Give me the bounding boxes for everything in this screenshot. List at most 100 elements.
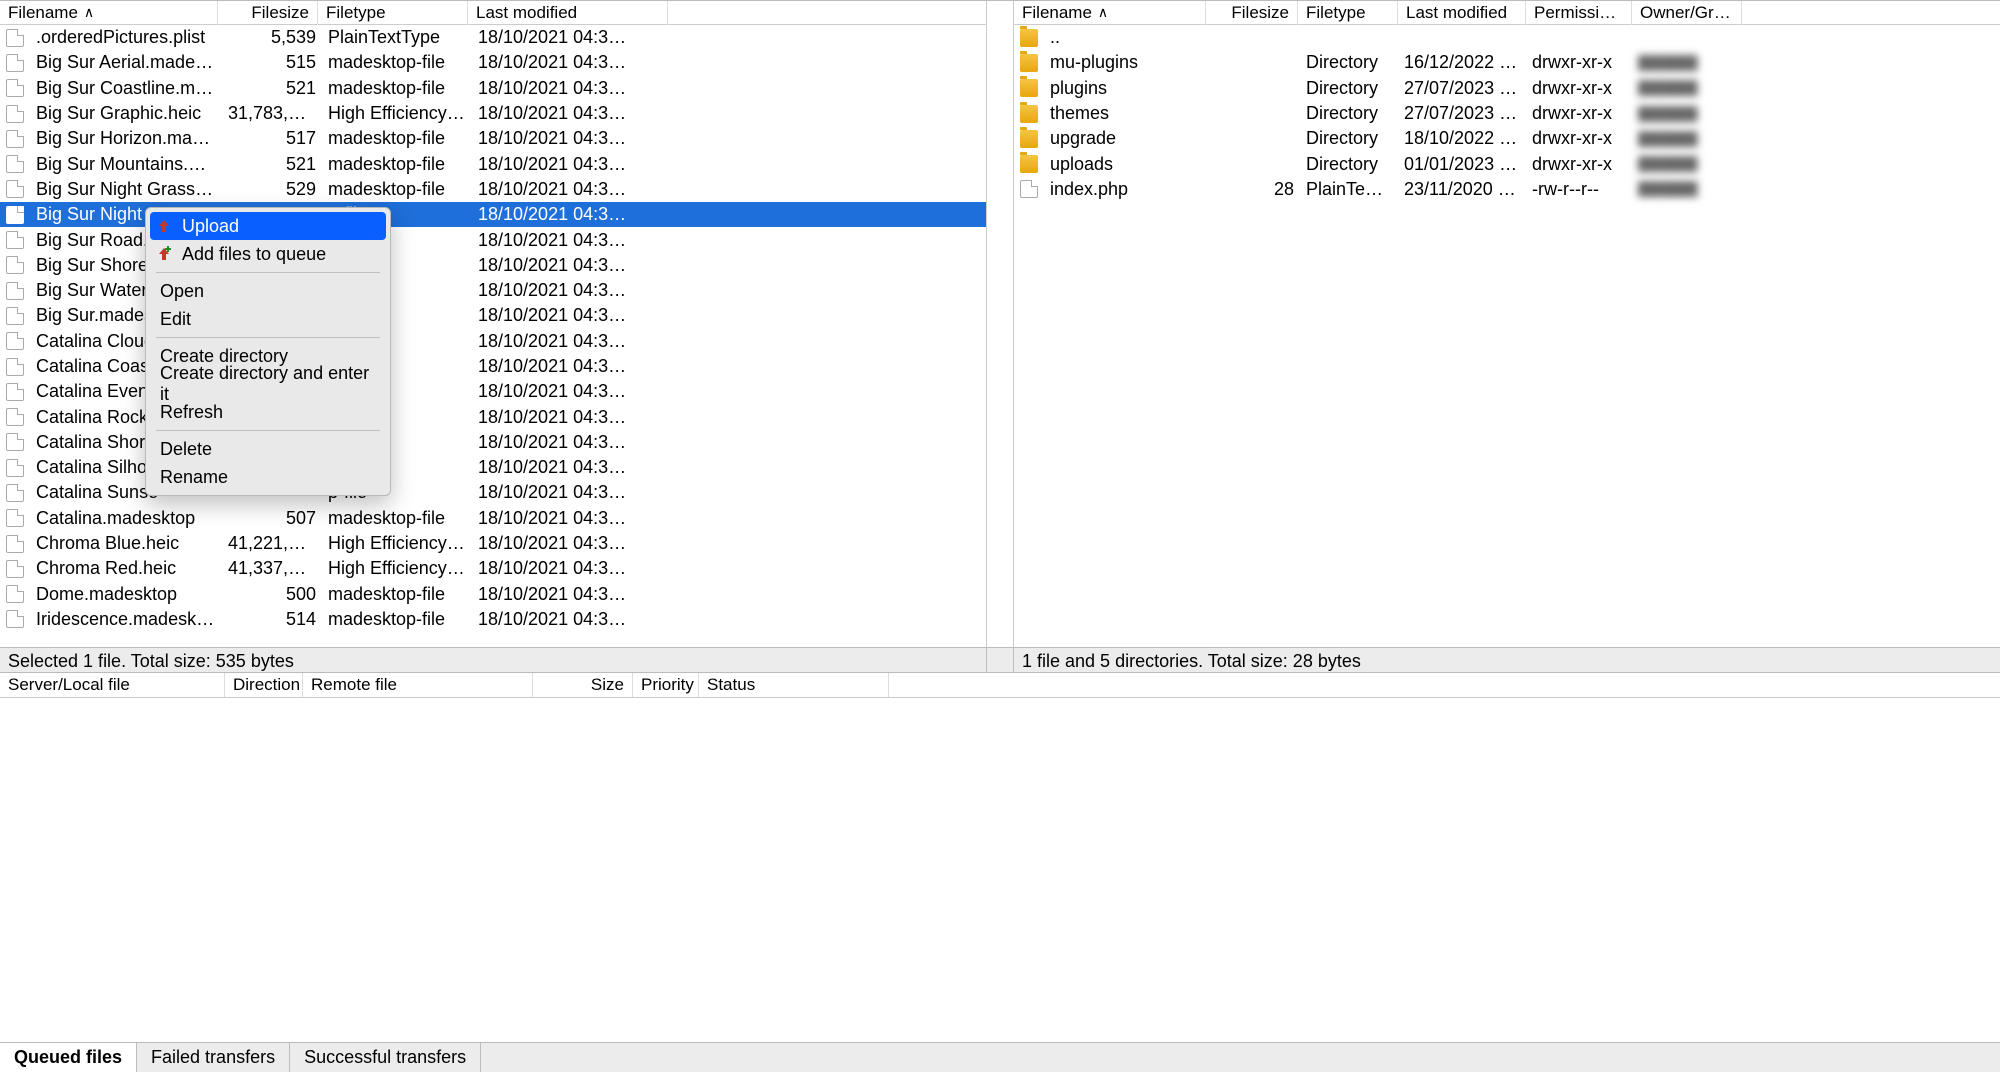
cell-name: Big Sur Horizon.mad… — [30, 128, 222, 149]
file-icon — [6, 484, 24, 502]
menu-edit[interactable]: Edit — [146, 305, 390, 333]
cell-type: madesktop-file — [322, 609, 472, 630]
cell-mod: 18/10/2021 04:3… — [472, 508, 672, 529]
col-permissions[interactable]: Permissions — [1526, 1, 1632, 25]
menu-separator — [156, 272, 380, 273]
tab-successful-transfers[interactable]: Successful transfers — [290, 1043, 481, 1072]
cell-mod: 18/10/2021 04:3… — [472, 128, 672, 149]
cell-mod: 18/10/2021 04:3… — [472, 407, 672, 428]
file-row[interactable]: Big Sur Mountains.m…521madesktop-file18/… — [0, 151, 986, 176]
cell-type: madesktop-file — [322, 52, 472, 73]
file-icon — [6, 130, 24, 148]
file-row[interactable]: mu-pluginsDirectory16/12/2022 0…drwxr-xr… — [1014, 50, 2000, 75]
folder-icon — [1020, 54, 1038, 72]
cell-mod: 18/10/2021 04:3… — [472, 230, 672, 251]
cell-type: madesktop-file — [322, 154, 472, 175]
col-filename[interactable]: Filename — [0, 1, 218, 25]
cell-type: Directory — [1300, 78, 1398, 99]
pane-divider[interactable] — [987, 1, 1013, 647]
cell-owner: ██████ — [1632, 131, 1742, 147]
file-row[interactable]: Big Sur Coastline.ma…521madesktop-file18… — [0, 76, 986, 101]
file-icon — [6, 155, 24, 173]
cell-owner: ██████ — [1632, 181, 1742, 197]
tab-failed-transfers[interactable]: Failed transfers — [137, 1043, 290, 1072]
qh-remote[interactable]: Remote file — [303, 673, 533, 697]
cell-type: Directory — [1300, 52, 1398, 73]
folder-icon — [1020, 105, 1038, 123]
file-icon — [6, 509, 24, 527]
file-row[interactable]: Big Sur Graphic.heic31,783,920High Effic… — [0, 101, 986, 126]
menu-add-files-to-queue[interactable]: Add files to queue — [146, 240, 390, 268]
file-row[interactable]: Big Sur Horizon.mad…517madesktop-file18/… — [0, 126, 986, 151]
file-row[interactable]: Chroma Red.heic41,337,084High Efficiency… — [0, 556, 986, 581]
menu-upload[interactable]: Upload — [150, 212, 386, 240]
col-lastmodified[interactable]: Last modified — [468, 1, 668, 25]
cell-mod: 18/10/2021 04:3… — [472, 381, 672, 402]
cell-mod: 18/10/2021 04:3… — [472, 457, 672, 478]
qh-direction[interactable]: Direction — [225, 673, 303, 697]
file-row[interactable]: uploadsDirectory01/01/2023 0…drwxr-xr-x█… — [1014, 151, 2000, 176]
file-row[interactable]: Big Sur Aerial.mades…515madesktop-file18… — [0, 50, 986, 75]
file-row[interactable]: .. — [1014, 25, 2000, 50]
cell-mod: 27/07/2023 0… — [1398, 78, 1526, 99]
cell-name: themes — [1044, 103, 1210, 124]
cell-mod: 18/10/2021 04:3… — [472, 255, 672, 276]
folder-icon — [1020, 155, 1038, 173]
tab-queued-files[interactable]: Queued files — [0, 1043, 137, 1072]
cell-size: 31,783,920 — [222, 103, 322, 124]
menu-label: Create directory and enter it — [160, 363, 376, 405]
col-owner[interactable]: Owner/Group — [1632, 1, 1742, 25]
qh-priority[interactable]: Priority — [633, 673, 699, 697]
cell-name: Big Sur Graphic.heic — [30, 103, 222, 124]
file-row[interactable]: Catalina.madesktop507madesktop-file18/10… — [0, 506, 986, 531]
cell-type: madesktop-file — [322, 179, 472, 200]
qh-size[interactable]: Size — [533, 673, 633, 697]
cell-perm: -rw-r--r-- — [1526, 179, 1632, 200]
cell-size: 41,337,084 — [222, 558, 322, 579]
menu-label: Add files to queue — [182, 244, 326, 265]
file-row[interactable]: themesDirectory27/07/2023 0…drwxr-xr-x██… — [1014, 101, 2000, 126]
menu-create-directory-and-enter-it[interactable]: Create directory and enter it — [146, 370, 390, 398]
col-filesize[interactable]: Filesize — [1206, 1, 1298, 25]
remote-file-list[interactable]: ..mu-pluginsDirectory16/12/2022 0…drwxr-… — [1014, 25, 2000, 647]
file-icon — [6, 307, 24, 325]
file-row[interactable]: Dome.madesktop500madesktop-file18/10/202… — [0, 582, 986, 607]
cell-name: Chroma Red.heic — [30, 558, 222, 579]
context-menu: Upload Add files to queue OpenEdit Create d… — [145, 207, 391, 496]
cell-perm: drwxr-xr-x — [1526, 52, 1632, 73]
menu-open[interactable]: Open — [146, 277, 390, 305]
file-row[interactable]: Iridescence.madeskt…514madesktop-file18/… — [0, 607, 986, 632]
queue-body[interactable] — [0, 698, 2000, 1042]
col-filename[interactable]: Filename — [1014, 1, 1206, 25]
cell-perm: drwxr-xr-x — [1526, 103, 1632, 124]
col-filetype[interactable]: Filetype — [318, 1, 468, 25]
cell-mod: 16/12/2022 0… — [1398, 52, 1526, 73]
col-filetype[interactable]: Filetype — [1298, 1, 1398, 25]
col-filesize[interactable]: Filesize — [218, 1, 318, 25]
cell-size: 5,539 — [222, 27, 322, 48]
cell-mod: 18/10/2021 04:3… — [472, 558, 672, 579]
file-row[interactable]: index.php28PlainTextT…23/11/2020 1…-rw-r… — [1014, 177, 2000, 202]
file-icon — [6, 585, 24, 603]
cell-mod: 18/10/2021 04:3… — [472, 280, 672, 301]
local-status: Selected 1 file. Total size: 535 bytes — [0, 647, 987, 672]
cell-type: Directory — [1300, 128, 1398, 149]
cell-mod: 01/01/2023 0… — [1398, 154, 1526, 175]
qh-status[interactable]: Status — [699, 673, 889, 697]
file-icon — [6, 535, 24, 553]
file-icon — [6, 433, 24, 451]
file-row[interactable]: Chroma Blue.heic41,221,497High Efficienc… — [0, 531, 986, 556]
col-lastmodified[interactable]: Last modified — [1398, 1, 1526, 25]
cell-name: Chroma Blue.heic — [30, 533, 222, 554]
cell-mod: 18/10/2021 04:3… — [472, 533, 672, 554]
file-row[interactable]: Big Sur Night Grasses..529madesktop-file… — [0, 177, 986, 202]
file-row[interactable]: pluginsDirectory27/07/2023 0…drwxr-xr-x█… — [1014, 76, 2000, 101]
cell-name: .. — [1044, 27, 1210, 48]
file-row[interactable]: .orderedPictures.plist5,539PlainTextType… — [0, 25, 986, 50]
menu-delete[interactable]: Delete — [146, 435, 390, 463]
menu-rename[interactable]: Rename — [146, 463, 390, 491]
file-row[interactable]: upgradeDirectory18/10/2022 0…drwxr-xr-x█… — [1014, 126, 2000, 151]
file-icon — [6, 459, 24, 477]
qh-file[interactable]: Server/Local file — [0, 673, 225, 697]
cell-name: .orderedPictures.plist — [30, 27, 222, 48]
